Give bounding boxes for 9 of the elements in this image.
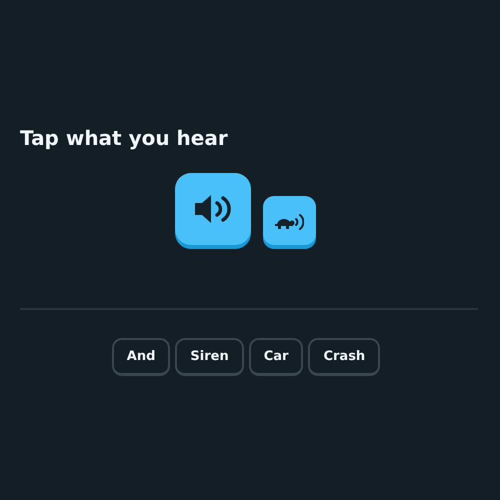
word-tile[interactable]: Siren [175,338,244,376]
speaker-icon [192,193,232,225]
slow-audio-button[interactable] [262,196,316,245]
prompt-title: Tap what you hear [20,125,229,152]
word-tile[interactable]: Crash [308,338,380,376]
turtle-icon [274,212,304,230]
word-tile[interactable]: And [112,338,170,376]
play-audio-button[interactable] [174,173,250,245]
word-tile[interactable]: Car [248,338,304,376]
